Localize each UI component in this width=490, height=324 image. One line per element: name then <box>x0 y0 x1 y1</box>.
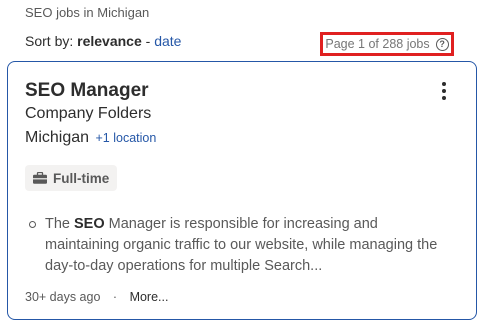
briefcase-icon <box>33 172 47 184</box>
job-type-badge: Full-time <box>25 165 118 191</box>
more-options-icon[interactable] <box>436 80 452 102</box>
sort-option-date[interactable]: date <box>154 33 181 49</box>
posted-date: 30+ days ago <box>25 290 101 304</box>
job-search-results: SEO jobs in Michigan Sort by: relevance … <box>0 0 490 324</box>
sort-controls: Sort by: relevance - date <box>25 33 181 49</box>
location-text: Michigan <box>25 129 90 146</box>
kebab-dot <box>442 82 446 86</box>
job-title[interactable]: SEO Manager <box>25 80 149 102</box>
sort-label: Sort by: <box>25 33 74 49</box>
breadcrumb: SEO jobs in Michigan <box>25 5 150 20</box>
job-card[interactable]: SEO Manager Company Folders Michigan +1 … <box>7 61 477 320</box>
sort-option-relevance[interactable]: relevance <box>77 33 142 49</box>
snippet-item: The SEO Manager is responsible for incre… <box>25 214 445 277</box>
page-count-text: Page 1 of 288 jobs <box>325 37 430 51</box>
meta-separator: · <box>112 290 118 304</box>
company-name: Company Folders <box>25 105 152 122</box>
job-snippet: The SEO Manager is responsible for incre… <box>25 214 445 277</box>
job-type-label: Full-time <box>53 170 110 186</box>
more-locations-link[interactable]: +1 location <box>95 131 156 145</box>
kebab-dot <box>442 96 446 100</box>
page-count-indicator: Page 1 of 288 jobs ? <box>320 32 454 56</box>
job-meta: 30+ days ago · More... <box>25 290 168 304</box>
more-link[interactable]: More... <box>130 290 169 304</box>
bullet-icon <box>29 221 36 228</box>
job-location: Michigan +1 location <box>25 129 156 147</box>
snippet-highlight: SEO <box>74 216 105 232</box>
kebab-dot <box>442 89 446 93</box>
question-circle-icon[interactable]: ? <box>435 37 449 51</box>
sort-separator: - <box>145 33 151 49</box>
